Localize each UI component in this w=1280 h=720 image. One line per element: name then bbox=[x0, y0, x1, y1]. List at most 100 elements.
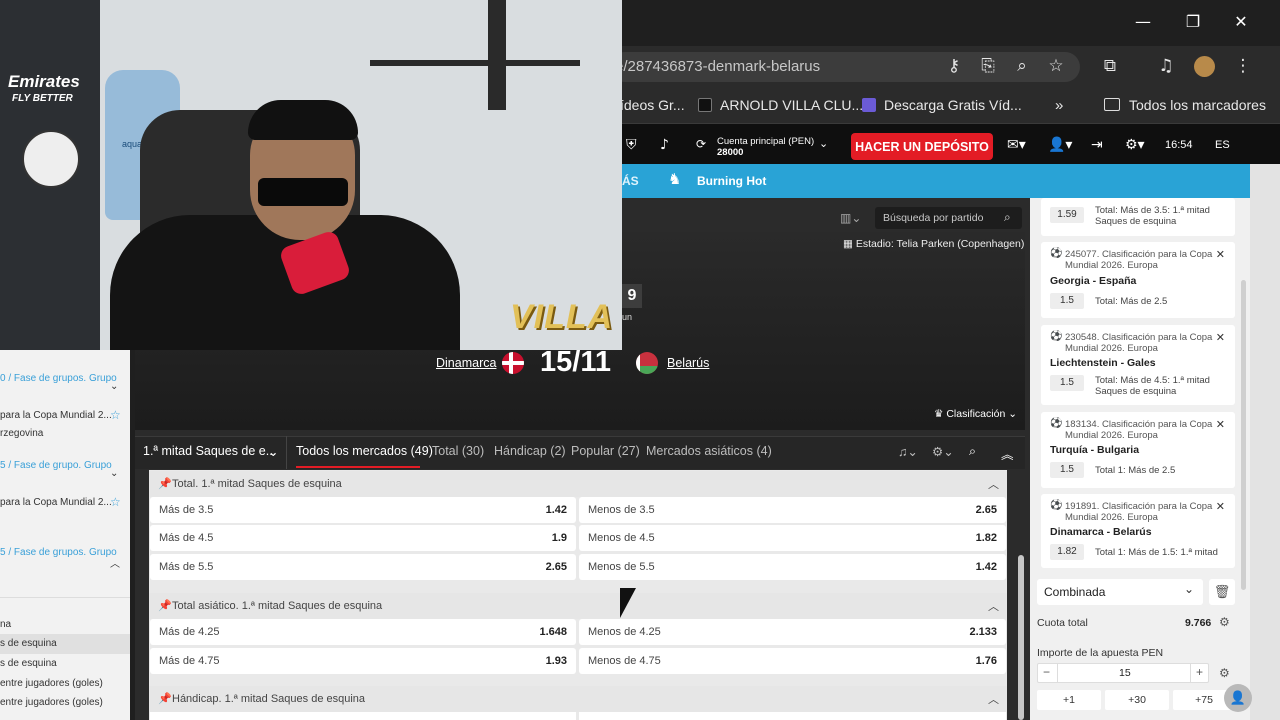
search-icon[interactable]: ⌕ bbox=[1004, 210, 1011, 225]
bookmark-3[interactable]: Descarga Gratis Víd... bbox=[884, 97, 1022, 113]
gear-icon[interactable]: ⚙⌄ bbox=[932, 444, 954, 459]
collapse-icon[interactable]: ︿ bbox=[988, 476, 999, 492]
tab-total[interactable]: Total (30) bbox=[432, 444, 484, 458]
collapse-icon[interactable]: ︿ bbox=[988, 598, 999, 614]
odd-cell[interactable]: Menos de 4.5 1.82 bbox=[579, 525, 1006, 551]
away-team[interactable]: Belarús bbox=[667, 356, 709, 370]
tab-asian[interactable]: Mercados asiáticos (4) bbox=[646, 444, 772, 458]
league-label[interactable]: 5 / Fase de grupos. Grupo bbox=[0, 547, 117, 558]
market-link-selected[interactable]: s de esquina bbox=[0, 638, 57, 649]
trash-icon[interactable]: 🗑 bbox=[1209, 579, 1235, 605]
bet-card[interactable]: ⚽ 230548. Clasificación para la Copa Mun… bbox=[1041, 325, 1235, 405]
chevron-down-icon[interactable]: ⌄ bbox=[819, 137, 828, 150]
extensions-icon[interactable]: ⧉ bbox=[1099, 56, 1121, 76]
increment-button[interactable]: + bbox=[1196, 665, 1203, 679]
profile-avatar[interactable] bbox=[1194, 56, 1215, 77]
betslip-scrollbar[interactable] bbox=[1241, 280, 1246, 590]
odd-cell[interactable]: Más de 5.5 2.65 bbox=[150, 554, 576, 580]
decrement-button[interactable]: − bbox=[1043, 665, 1050, 679]
favorite-star-icon[interactable]: ☆ bbox=[110, 408, 121, 422]
odd-cell[interactable]: Más de 3.5 1.42 bbox=[150, 497, 576, 523]
market-header[interactable]: 📌 Hándicap. 1.ª mitad Saques de esquina … bbox=[149, 686, 1007, 712]
chevron-down-icon[interactable]: ⌄ bbox=[110, 468, 118, 479]
more-bookmarks-icon[interactable]: » bbox=[1055, 97, 1063, 114]
chevron-down-icon[interactable]: ⌄ bbox=[110, 381, 118, 392]
time-label[interactable]: 16:54 bbox=[1165, 139, 1193, 151]
nav-burning-hot[interactable]: Burning Hot bbox=[697, 174, 766, 188]
market-link[interactable]: na bbox=[0, 619, 11, 630]
quick-stake-button[interactable]: +30 bbox=[1105, 690, 1169, 710]
pin-icon[interactable]: 📌 bbox=[158, 477, 172, 490]
market-selector[interactable]: 1.ª mitad Saques de e... bbox=[143, 444, 276, 458]
market-header[interactable]: 📌 Total asiático. 1.ª mitad Saques de es… bbox=[149, 593, 1007, 619]
bet-card[interactable]: ⚽ 183134. Clasificación para la Copa Mun… bbox=[1041, 412, 1235, 488]
remove-bet-icon[interactable]: ✕ bbox=[1216, 331, 1225, 344]
remove-bet-icon[interactable]: ✕ bbox=[1216, 500, 1225, 513]
markets-scrollbar[interactable] bbox=[1018, 555, 1024, 720]
url-text[interactable]: e/287436873-denmark-belarus bbox=[615, 58, 820, 75]
key-icon[interactable]: ⚷ bbox=[943, 56, 965, 76]
classification-button[interactable]: ♛ Clasificación ⌄ bbox=[934, 408, 1017, 420]
league-label[interactable]: 0 / Fase de grupos. Grupo bbox=[0, 373, 117, 384]
collapse-icon[interactable]: ︿ bbox=[988, 691, 999, 707]
menu-icon[interactable]: ⋮ bbox=[1232, 56, 1254, 76]
bookmark-1[interactable]: ídeos Gr... bbox=[620, 97, 685, 113]
tab-popular[interactable]: Popular (27) bbox=[571, 444, 640, 458]
gear-icon[interactable]: ⚙ bbox=[1219, 615, 1230, 629]
chevron-up-icon[interactable]: ︿ bbox=[110, 555, 120, 570]
account-label[interactable]: Cuenta principal (PEN) bbox=[717, 136, 814, 147]
home-team[interactable]: Dinamarca bbox=[436, 356, 496, 370]
bet-card[interactable]: ⚽ 191891. Clasificación para la Copa Mun… bbox=[1041, 494, 1235, 568]
remove-bet-icon[interactable]: ✕ bbox=[1216, 418, 1225, 431]
odd-cell[interactable]: Más de 4.25 1.648 bbox=[150, 619, 576, 645]
collapse-icon[interactable]: ︽ bbox=[1001, 444, 1014, 463]
tab-handicap[interactable]: Hándicap (2) bbox=[494, 444, 566, 458]
user-icon[interactable]: 👤▾ bbox=[1048, 137, 1072, 153]
tab-all-markets[interactable]: Todos los mercados (49) bbox=[296, 444, 433, 458]
mail-icon[interactable]: ✉▾ bbox=[1007, 137, 1026, 153]
bell-icon[interactable]: ♪ bbox=[660, 137, 669, 153]
league-event[interactable]: rzegovina bbox=[0, 428, 43, 439]
market-link[interactable]: entre jugadores (goles) bbox=[0, 678, 103, 689]
stats-icon[interactable]: ▥⌄ bbox=[840, 211, 861, 225]
league-event[interactable]: para la Copa Mundial 2... bbox=[0, 497, 112, 508]
favorite-star-icon[interactable]: ☆ bbox=[110, 495, 121, 509]
shield-icon[interactable]: ⛨ bbox=[626, 137, 637, 153]
media-icon[interactable]: ♫ bbox=[1155, 56, 1177, 76]
refresh-icon[interactable]: ⟳ bbox=[696, 137, 706, 151]
odd-cell[interactable] bbox=[150, 712, 576, 720]
settings-icon[interactable]: ⚙▾ bbox=[1125, 137, 1145, 153]
market-link[interactable]: s de esquina bbox=[0, 658, 57, 669]
league-label[interactable]: 5 / Fase de grupo. Grupo bbox=[0, 460, 112, 471]
nav-more[interactable]: ÁS bbox=[622, 174, 639, 188]
restore-button[interactable]: ❐ bbox=[1170, 6, 1216, 36]
odd-cell[interactable]: Menos de 4.25 2.133 bbox=[579, 619, 1006, 645]
close-window-button[interactable]: ✕ bbox=[1218, 6, 1264, 36]
quick-stake-button[interactable]: +1 bbox=[1037, 690, 1101, 710]
odd-cell[interactable]: Más de 4.75 1.93 bbox=[150, 648, 576, 674]
pin-icon[interactable]: 📌 bbox=[158, 599, 172, 612]
language-selector[interactable]: ES bbox=[1215, 139, 1230, 151]
bet-card[interactable]: ⚽ 245077. Clasificación para la Copa Mun… bbox=[1041, 242, 1235, 318]
remove-bet-icon[interactable]: ✕ bbox=[1216, 248, 1225, 261]
minimize-button[interactable]: — bbox=[1120, 6, 1166, 36]
deposit-button[interactable]: HACER UN DEPÓSITO bbox=[851, 133, 993, 160]
support-chat-icon[interactable]: 👤 bbox=[1224, 684, 1252, 712]
bookmark-2[interactable]: ARNOLD VILLA CLU... bbox=[720, 97, 863, 113]
odd-cell[interactable] bbox=[579, 712, 1006, 720]
all-bookmarks[interactable]: Todos los marcadores bbox=[1129, 97, 1266, 113]
zoom-icon[interactable]: ⌕ bbox=[1011, 56, 1033, 76]
search-icon[interactable]: ⌕ bbox=[969, 444, 976, 459]
bet-card[interactable]: 1.59 Total: Más de 3.5: 1.ª mitad Saques… bbox=[1041, 198, 1235, 236]
notification-icon[interactable]: ♫⌄ bbox=[898, 444, 918, 459]
gear-icon[interactable]: ⚙ bbox=[1219, 666, 1230, 680]
star-icon[interactable]: ☆ bbox=[1045, 56, 1067, 76]
odd-cell[interactable]: Más de 4.5 1.9 bbox=[150, 525, 576, 551]
market-header[interactable]: 📌 Total. 1.ª mitad Saques de esquina ︿ bbox=[149, 471, 1007, 497]
install-icon[interactable]: ⎘ bbox=[977, 56, 999, 76]
pin-icon[interactable]: 📌 bbox=[158, 692, 172, 705]
market-link[interactable]: entre jugadores (goles) bbox=[0, 697, 103, 708]
logout-icon[interactable]: ⇥ bbox=[1091, 137, 1103, 153]
chevron-down-icon[interactable]: ⌄ bbox=[268, 444, 278, 459]
league-event[interactable]: para la Copa Mundial 2... bbox=[0, 410, 112, 421]
